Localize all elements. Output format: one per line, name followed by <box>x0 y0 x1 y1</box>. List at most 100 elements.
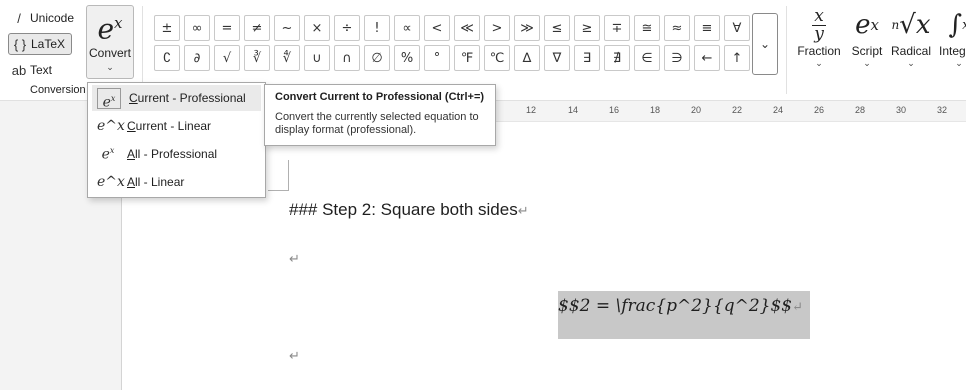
radical-label: Radical <box>890 44 932 58</box>
chevron-down-icon: ⌄ <box>106 62 114 73</box>
latex-option[interactable]: { } LaTeX <box>8 33 73 55</box>
symbol-button[interactable]: ÷ <box>332 13 362 43</box>
ruler-number: 12 <box>526 105 537 115</box>
symbol-button[interactable]: = <box>212 13 242 43</box>
symbol-button[interactable]: ∂ <box>182 43 212 73</box>
ruler-number: 16 <box>609 105 620 115</box>
integral-button[interactable]: ∫x Integral ⌄ <box>932 6 966 69</box>
menu-item-current-linear[interactable]: e^x Current - Linear <box>92 113 261 139</box>
fraction-icon: xy <box>792 6 846 44</box>
symbol-button[interactable]: ≪ <box>452 13 482 43</box>
symbol-button[interactable]: ∞ <box>182 13 212 43</box>
professional-icon: ex <box>97 87 121 110</box>
symbol-button[interactable]: ∪ <box>302 43 332 73</box>
symbol-button[interactable]: ± <box>152 13 182 43</box>
symbol-button[interactable]: % <box>392 43 422 73</box>
menu-item-all-professional[interactable]: ex All - Professional <box>92 141 261 167</box>
heading-text: ### Step 2: Square both sides <box>289 200 518 219</box>
ruler-number: 18 <box>650 105 661 115</box>
menu-item-label: All - Linear <box>127 175 185 189</box>
heading-line[interactable]: ### Step 2: Square both sides↵ <box>289 200 529 220</box>
unicode-option[interactable]: / Unicode <box>8 8 74 28</box>
ruler-number: 32 <box>937 105 948 115</box>
ruler-number: 22 <box>732 105 743 115</box>
symbol-button[interactable]: < <box>422 13 452 43</box>
latex-label: LaTeX <box>31 37 66 51</box>
paragraph-mark: ↵ <box>792 300 803 315</box>
chevron-down-icon: ⌄ <box>955 58 963 68</box>
symbol-button[interactable]: ∇ <box>542 43 572 73</box>
ruler-number: 24 <box>773 105 784 115</box>
fraction-button[interactable]: xy Fraction ⌄ <box>792 6 846 69</box>
chevron-down-icon: ⌄ <box>907 58 915 68</box>
linear-icon: e^x <box>97 174 125 190</box>
divider <box>142 6 143 94</box>
symbol-button[interactable]: ∜ <box>272 43 302 73</box>
unicode-label: Unicode <box>30 11 75 25</box>
braces-icon: { } <box>13 36 27 52</box>
menu-item-label: Current - Linear <box>127 119 212 133</box>
equation-line[interactable]: $$2 = \frac{p^2}{q^2}$$↵ <box>558 296 803 316</box>
ruler-number: 28 <box>855 105 866 115</box>
ruler-number: 30 <box>896 105 907 115</box>
symbol-button[interactable]: ≅ <box>632 13 662 43</box>
symbol-button[interactable]: ∅ <box>362 43 392 73</box>
symbol-button[interactable]: > <box>482 13 512 43</box>
symbol-button[interactable]: ∀ <box>722 13 752 43</box>
symbol-button[interactable]: ≥ <box>572 13 602 43</box>
fraction-label: Fraction <box>797 44 841 58</box>
slash-icon: / <box>17 10 21 26</box>
radical-icon: n √x <box>891 10 931 40</box>
symbol-button[interactable]: ∃ <box>572 43 602 73</box>
menu-item-label: All - Professional <box>127 147 218 161</box>
ruler-number: 20 <box>691 105 702 115</box>
tooltip-description: Convert the currently selected equation … <box>275 111 479 136</box>
margin-marker <box>288 160 289 190</box>
symbol-button[interactable]: ∛ <box>242 43 272 73</box>
symbol-button[interactable]: ↑ <box>722 43 752 73</box>
symbol-button[interactable]: ∁ <box>152 43 182 73</box>
conversion-group-label: Conversion <box>30 84 86 96</box>
menu-item-current-professional[interactable]: ex Current - Professional <box>92 85 261 111</box>
ruler-number: 26 <box>814 105 825 115</box>
symbol-gallery-more-button[interactable]: ⌄ <box>752 13 778 75</box>
text-label: Text <box>30 63 53 77</box>
symbol-button[interactable]: ← <box>692 43 722 73</box>
symbol-button[interactable]: ∩ <box>332 43 362 73</box>
paragraph-mark: ↵ <box>289 348 300 363</box>
linear-icon: e^x <box>97 118 125 134</box>
empty-line[interactable]: ↵ <box>289 248 300 268</box>
symbol-button[interactable]: ~ <box>272 13 302 43</box>
chevron-down-icon: ⌄ <box>759 37 771 51</box>
empty-line[interactable]: ↵ <box>289 345 300 365</box>
menu-item-all-linear[interactable]: e^x All - Linear <box>92 169 261 195</box>
symbol-button[interactable]: × <box>302 13 332 43</box>
tooltip: Convert Current to Professional (Ctrl+=)… <box>264 84 496 146</box>
symbol-button[interactable]: ° <box>422 43 452 73</box>
symbol-button[interactable]: ≠ <box>242 13 272 43</box>
tooltip-title: Convert Current to Professional (Ctrl+=) <box>275 91 485 103</box>
symbol-button[interactable]: ℃ <box>482 43 512 73</box>
symbol-button[interactable]: ℉ <box>452 43 482 73</box>
symbol-button[interactable]: ≡ <box>692 13 722 43</box>
symbol-button[interactable]: √ <box>212 43 242 73</box>
paragraph-mark: ↵ <box>289 251 300 266</box>
symbol-button[interactable]: ≈ <box>662 13 692 43</box>
symbol-button[interactable]: ∋ <box>662 43 692 73</box>
symbol-gallery: ± ∞ = ≠ ~ × ÷ ! ∝ < ≪ > ≫ ≤ ≥ ∓ ≅ ≈ ≡ ∀ … <box>152 13 752 73</box>
convert-button[interactable]: ex Convert ⌄ <box>86 5 134 79</box>
symbol-button[interactable]: ∝ <box>392 13 422 43</box>
text-option[interactable]: ab Text <box>8 60 52 80</box>
symbol-button[interactable]: ≤ <box>542 13 572 43</box>
professional-icon: ex <box>101 145 115 163</box>
radical-button[interactable]: n √x Radical ⌄ <box>884 6 938 69</box>
symbol-button[interactable]: ∓ <box>602 13 632 43</box>
symbol-button[interactable]: ! <box>362 13 392 43</box>
symbol-button[interactable]: ∄ <box>602 43 632 73</box>
text-ab-icon: ab <box>11 62 27 78</box>
symbol-button[interactable]: ≫ <box>512 13 542 43</box>
convert-dropdown-menu: ex Current - Professional e^x Current - … <box>87 82 266 198</box>
e-x-icon: ex <box>97 12 123 46</box>
symbol-button[interactable]: ∈ <box>632 43 662 73</box>
symbol-button[interactable]: ∆ <box>512 43 542 73</box>
